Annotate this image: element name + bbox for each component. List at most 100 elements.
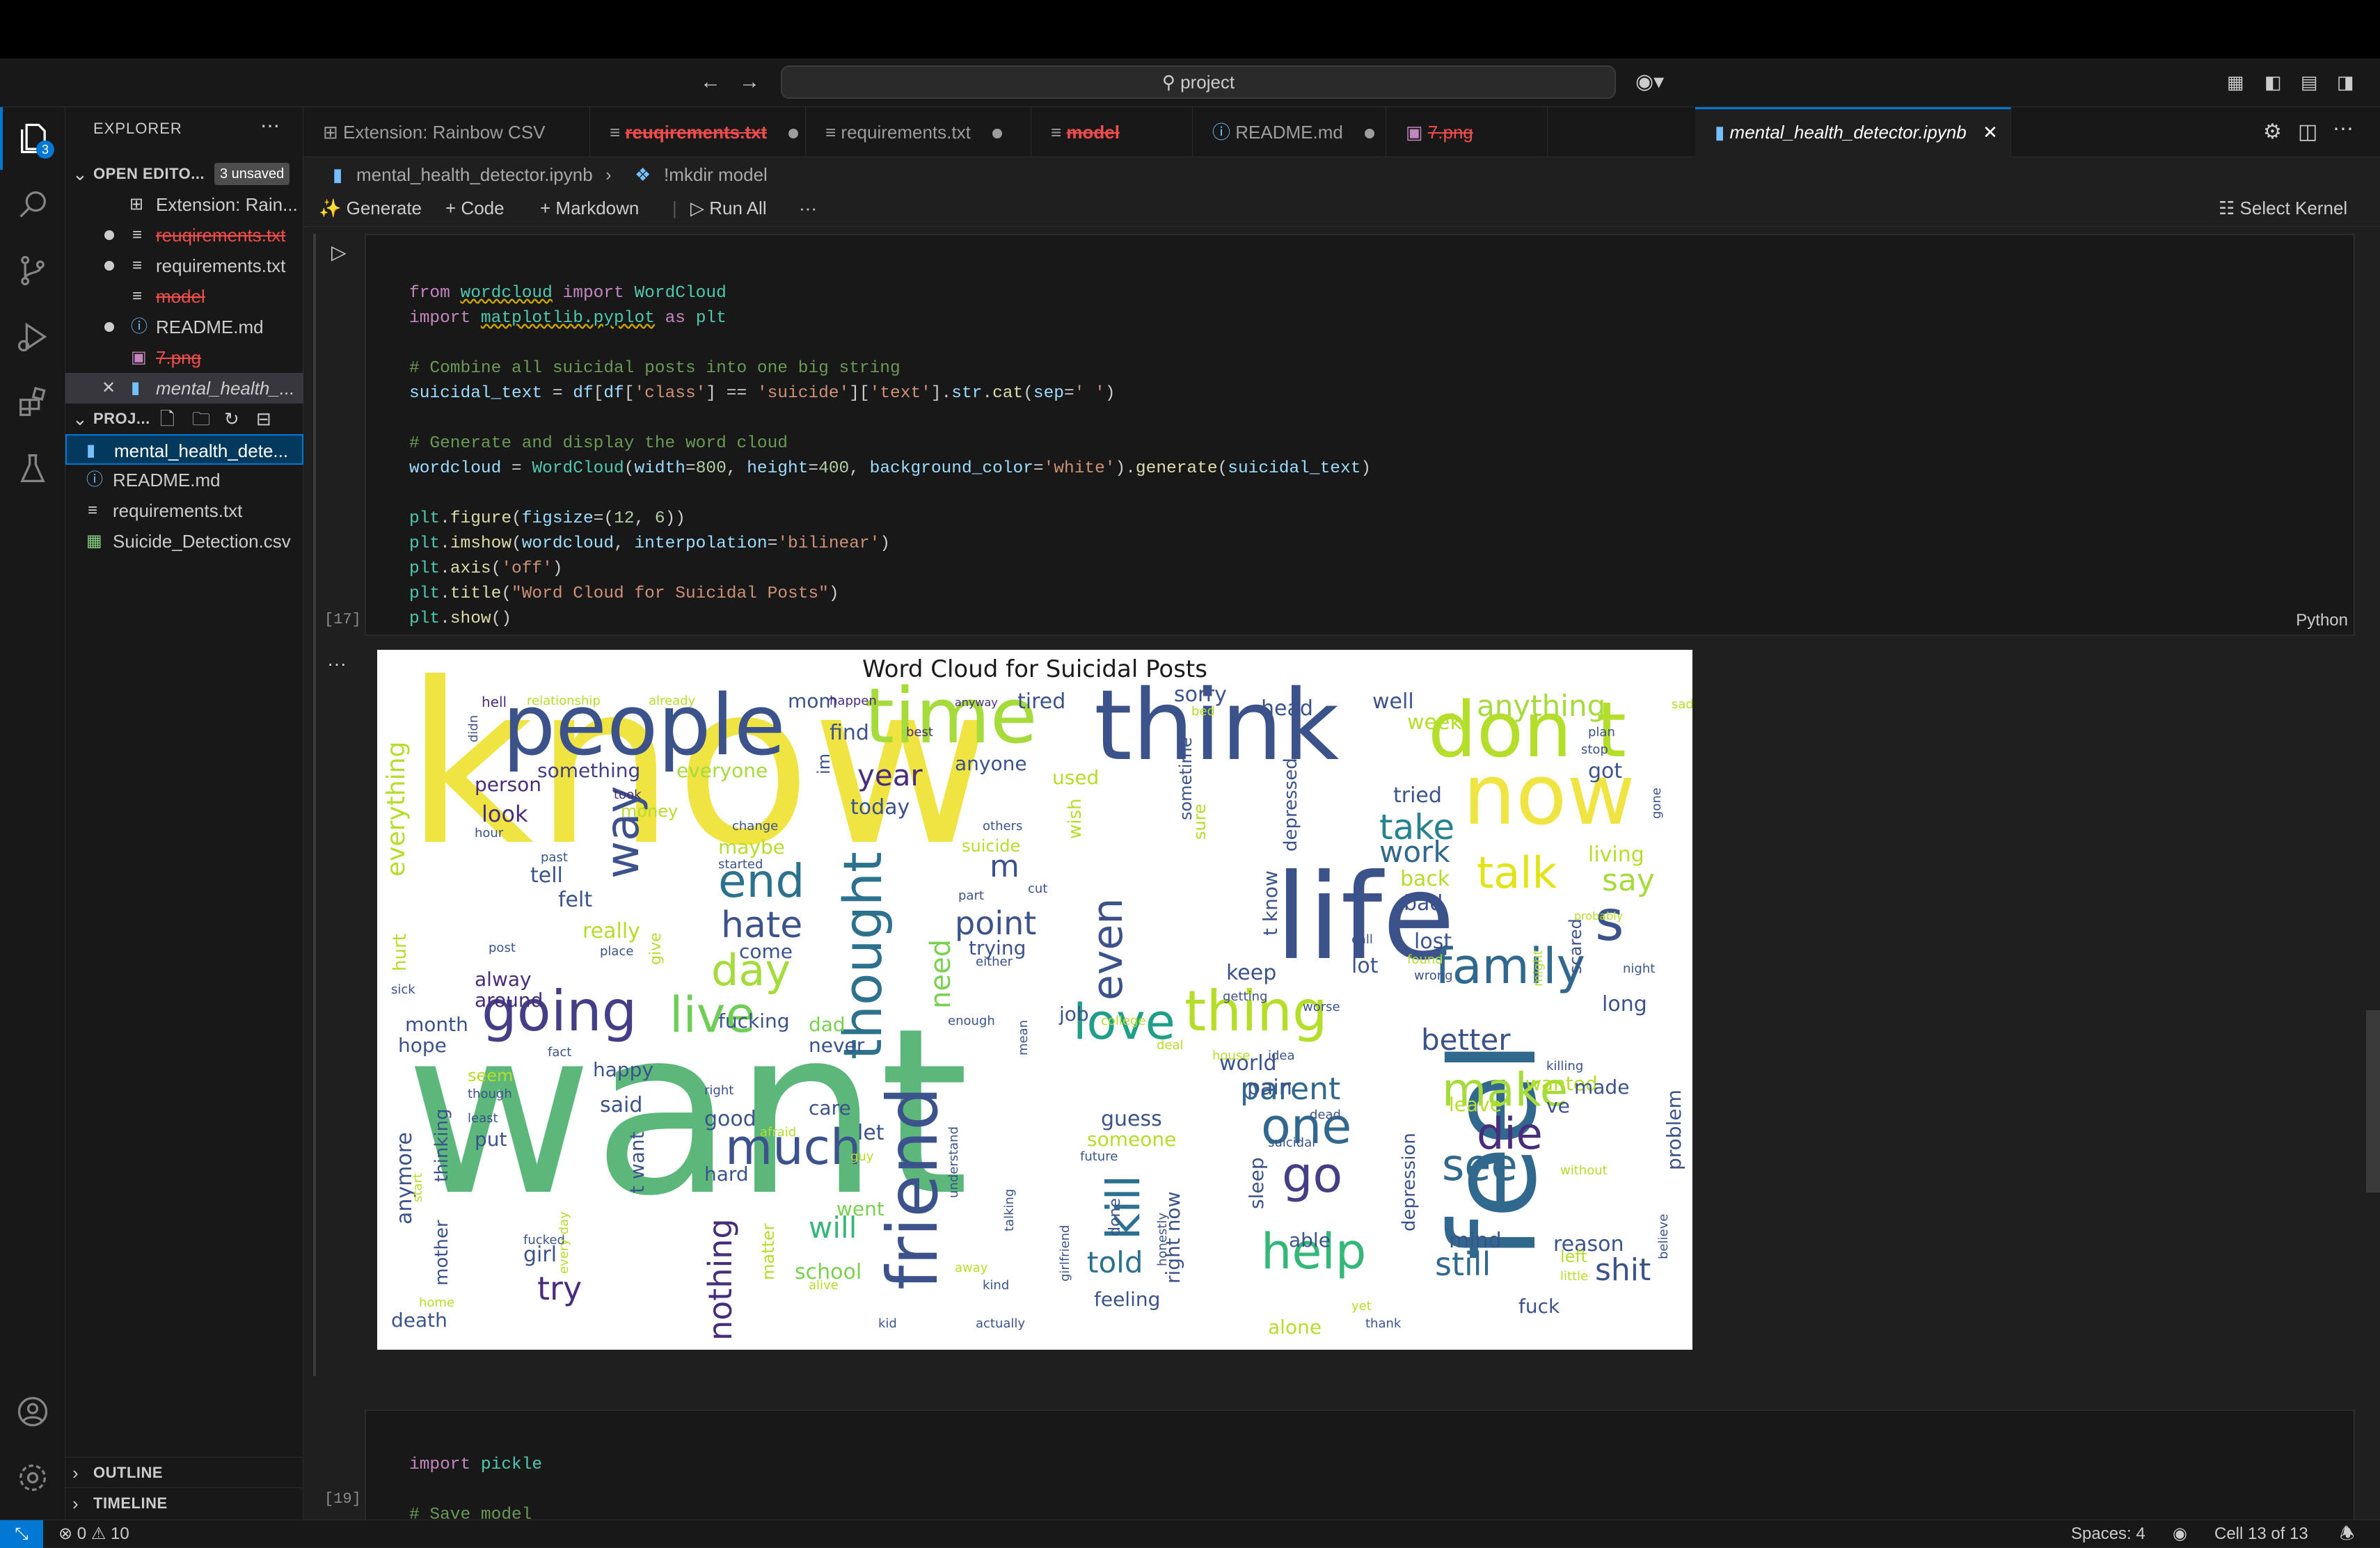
project-file-item[interactable]: ▦ Suicide_Detection.csv [65, 526, 303, 557]
code-cell[interactable]: from wordcloud import WordCloud import m… [365, 234, 2355, 636]
open-editor-item[interactable]: ▣ 7.png [65, 342, 303, 373]
tab-7png[interactable]: ▣ 7.png [1386, 107, 1548, 157]
outline-section[interactable]: › OUTLINE [65, 1457, 303, 1487]
wordcloud-word: even [1084, 897, 1132, 1000]
project-section[interactable]: ⌄ PROJ... 🗋 🗀 ↻ ⊟ [65, 404, 303, 434]
run-debug-icon[interactable] [0, 305, 65, 368]
wordcloud-word: really [582, 919, 640, 943]
notebook-editor: ▷ from wordcloud import WordCloud import… [303, 227, 2380, 1519]
code-line: suicidal_text = df[df['class'] == 'suici… [409, 384, 1116, 403]
search-icon[interactable] [0, 173, 65, 236]
notifications-bell-icon[interactable]: 🕭 [2340, 1520, 2354, 1548]
open-editor-item[interactable]: ≡ model [65, 281, 303, 312]
wordcloud-word: mean [1016, 1019, 1031, 1055]
modified-dot [104, 261, 114, 271]
wordcloud-word: good [704, 1107, 756, 1131]
wordcloud-word: post [489, 941, 516, 955]
wordcloud-word: t want [626, 1131, 649, 1193]
toggle-panel-icon[interactable]: ▤ [2301, 68, 2318, 96]
gear-icon[interactable]: ⚙ [2263, 120, 2282, 144]
wordcloud-word: anyway [955, 696, 998, 709]
code-line: # Generate and display the word cloud [409, 434, 788, 453]
tab-readme[interactable]: ⓘ README.md [1193, 107, 1386, 157]
open-editors-section[interactable]: ⌄ OPEN EDITO... 3 unsaved [65, 159, 303, 189]
wordcloud-word: found [1407, 952, 1443, 967]
extensions-icon[interactable] [0, 372, 65, 434]
open-editor-item[interactable]: ⓘ README.md [65, 312, 303, 342]
cell-position-indicator[interactable]: Cell 13 of 13 [2214, 1520, 2308, 1548]
project-file-label: README.md [113, 470, 221, 490]
select-kernel-button[interactable]: ☷ Select Kernel [2219, 189, 2347, 227]
wordcloud-word: told [1087, 1245, 1143, 1279]
tab-requirements[interactable]: ≡ requirements.txt [806, 107, 1031, 157]
open-editor-item-active[interactable]: ✕ ▮ mental_health_... [65, 373, 303, 404]
remote-indicator-icon[interactable]: ⤡ [0, 1520, 43, 1548]
project-file-item[interactable]: ≡ requirements.txt [65, 495, 303, 526]
wordcloud-word: best [906, 725, 933, 740]
copilot-status-icon[interactable]: ◉ [2173, 1520, 2187, 1548]
code-line: # Combine all suicidal posts into one bi… [409, 359, 901, 378]
problems-indicator[interactable]: ⊗ 0 ⚠ 10 [58, 1520, 129, 1548]
wordcloud-word: right [704, 1083, 734, 1098]
run-all-button[interactable]: ▷ Run All [690, 189, 767, 227]
refresh-icon[interactable]: ↻ [224, 404, 239, 434]
project-file-label: mental_health_dete... [114, 440, 289, 461]
wordcloud-word: plan [1588, 725, 1615, 740]
forward-arrow-icon[interactable]: → [739, 68, 760, 96]
project-file-item-selected[interactable]: ▮ mental_health_dete... [65, 434, 303, 465]
open-editor-item[interactable]: ⊞ Extension: Rain... [65, 189, 303, 220]
more-actions-icon[interactable]: ⋯ [2333, 117, 2354, 141]
code-cell[interactable]: import pickle # Save model with open('mo… [365, 1410, 2355, 1519]
text-file-icon: ≡ [132, 287, 143, 305]
more-actions-icon[interactable]: ⋯ [260, 114, 280, 137]
timeline-section[interactable]: › TIMELINE [65, 1487, 303, 1518]
open-editors-title: OPEN EDITO... [93, 165, 205, 182]
testing-icon[interactable] [0, 438, 65, 500]
tab-model[interactable]: ≡ model [1031, 107, 1193, 157]
tab-reuqirements[interactable]: ≡ reuqirements.txt [590, 107, 806, 157]
code-line: import matplotlib.pyplot as plt [409, 309, 727, 328]
open-editor-item[interactable]: ≡ reuqirements.txt [65, 220, 303, 250]
run-cell-icon[interactable]: ▷ [331, 241, 347, 264]
editor-scrollbar[interactable] [2366, 1010, 2380, 1192]
wordcloud-word: sleep [1245, 1157, 1268, 1209]
code-editor[interactable]: import pickle # Save model with open('mo… [409, 1428, 757, 1519]
new-folder-icon[interactable]: 🗀 [192, 404, 210, 434]
tab-mental-health-detector[interactable]: ▮ mental_health_detector.ipynb ✕ [1695, 107, 2011, 157]
toggle-primary-sidebar-icon[interactable]: ◧ [2264, 68, 2282, 96]
breadcrumb-cell[interactable]: !mkdir model [664, 157, 768, 192]
open-editor-label: model [156, 286, 205, 307]
python-icon: ❖ [635, 164, 651, 185]
toolbar-more-button[interactable]: ··· [799, 189, 817, 227]
tab-label: Extension: Rainbow CSV [343, 122, 546, 143]
toggle-secondary-sidebar-icon[interactable]: ◨ [2337, 68, 2354, 96]
settings-gear-icon[interactable] [0, 1446, 65, 1509]
back-arrow-icon[interactable]: ← [700, 68, 721, 96]
add-markdown-cell-button[interactable]: + Markdown [540, 189, 639, 227]
close-icon[interactable]: ✕ [102, 373, 116, 404]
search-icon: ⚲ [1161, 72, 1175, 93]
indentation-indicator[interactable]: Spaces: 4 [2071, 1520, 2145, 1548]
tab-extension-rainbow-csv[interactable]: ⊞ Extension: Rainbow CSV [303, 107, 590, 157]
new-file-icon[interactable]: 🗋 [160, 404, 175, 434]
customize-layout-icon[interactable]: ▦ [2227, 68, 2244, 96]
project-file-item[interactable]: ⓘ README.md [65, 465, 303, 495]
code-editor[interactable]: from wordcloud import WordCloud import m… [409, 256, 1371, 657]
wordcloud-word: didn [466, 715, 481, 742]
source-control-icon[interactable] [0, 239, 65, 302]
open-editor-item[interactable]: ≡ requirements.txt [65, 250, 303, 281]
split-editor-icon[interactable]: ◫ [2298, 120, 2317, 144]
copilot-icon[interactable]: ◉▾ [1635, 68, 1664, 96]
generate-button[interactable]: ✨ Generate [319, 189, 422, 227]
close-icon[interactable]: ✕ [1983, 122, 1998, 143]
accounts-icon[interactable] [0, 1380, 65, 1443]
collapse-all-icon[interactable]: ⊟ [256, 404, 271, 434]
cell-language-label[interactable]: Python [2296, 611, 2348, 630]
output-more-button[interactable]: ··· [327, 653, 347, 675]
explorer-icon[interactable]: 3 [0, 107, 65, 170]
project-file-label: requirements.txt [113, 500, 243, 521]
command-center-search[interactable]: ⚲ project [781, 65, 1616, 99]
add-code-cell-button[interactable]: + Code [445, 189, 505, 227]
wordcloud-word: gone [1649, 788, 1664, 819]
breadcrumb-file[interactable]: mental_health_detector.ipynb [356, 157, 593, 192]
